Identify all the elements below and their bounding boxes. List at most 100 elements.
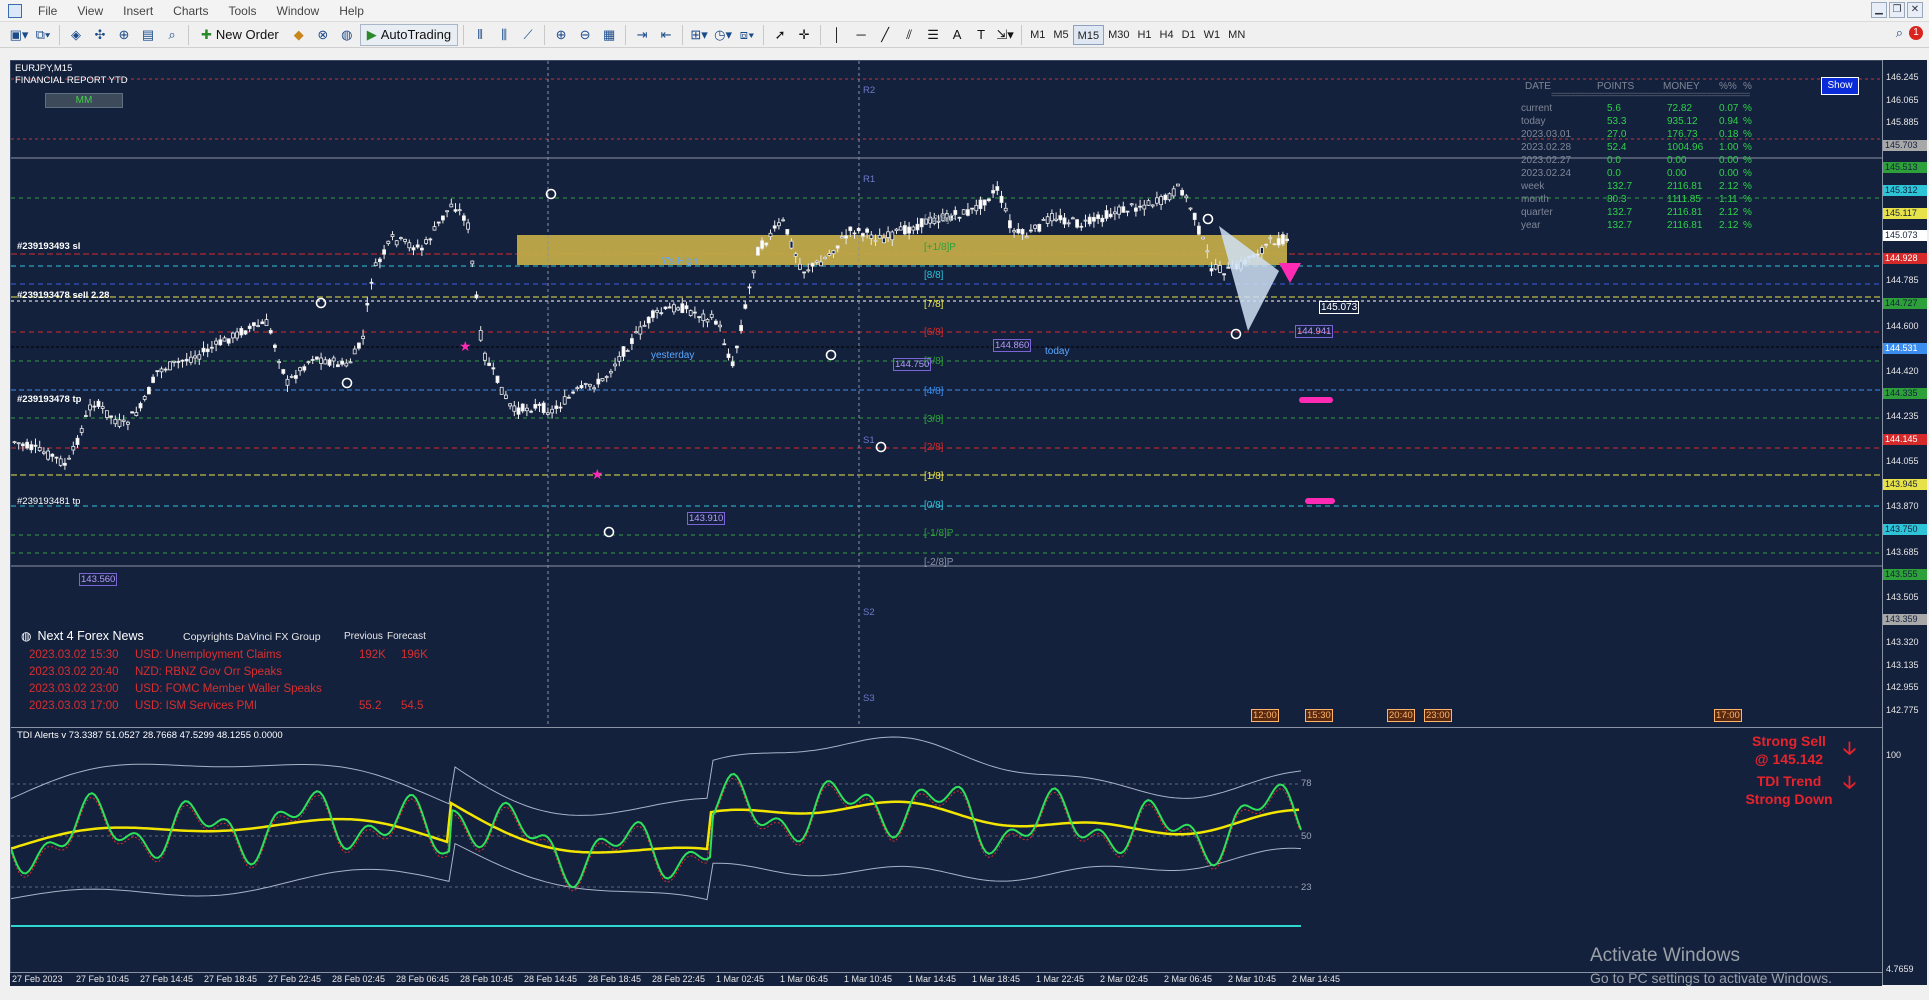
auto-scroll-icon[interactable]: ⇥ (631, 24, 653, 46)
chart-window[interactable]: ★ ★ [+2/8]P [+1/8]P [8/8] [7/8] [6/8] [5/8] [4/… (10, 60, 1890, 985)
candle-body (625, 350, 630, 352)
candle-body (814, 260, 819, 263)
candle-body (1071, 217, 1075, 220)
vertical-line-icon[interactable]: │ (826, 24, 848, 46)
fibonacci-icon[interactable]: ☰ (922, 24, 944, 46)
indicator-axis-label: 100 (1886, 750, 1902, 760)
candle-body (361, 335, 366, 340)
order-label-sell: #239193478 sell 2.28 (17, 290, 110, 301)
candle-body (865, 228, 869, 233)
new-order-button[interactable]: ✚ New Order (194, 24, 286, 46)
notification-badge[interactable]: 1 (1909, 26, 1923, 40)
metaeditor-icon[interactable]: ◆ (288, 24, 310, 46)
candle-body (588, 383, 592, 387)
menu-file[interactable]: File (28, 2, 67, 20)
price-axis-label: 145.513 (1883, 162, 1927, 174)
candle-body (764, 242, 769, 246)
menu-view[interactable]: View (67, 2, 113, 20)
candle-body (525, 407, 529, 412)
candle-body (1096, 214, 1100, 220)
candle-body (46, 450, 50, 460)
candle-body (747, 286, 752, 289)
data-window-icon[interactable]: ⊕ (113, 24, 135, 46)
equidistant-channel-icon[interactable]: ⫽ (898, 24, 920, 46)
zoom-out-icon[interactable]: ⊖ (574, 24, 596, 46)
close-icon[interactable]: ✕ (1907, 2, 1923, 18)
tdi-indicator-pane[interactable]: TDI Alerts v 73.3387 51.0527 28.7668 47.… (11, 727, 1884, 973)
tdi-title: TDI Alerts v 73.3387 51.0527 28.7668 47.… (17, 730, 283, 741)
arrows-icon[interactable]: ⇲▾ (994, 24, 1016, 46)
candle-body (869, 234, 874, 239)
candle-body (1066, 222, 1071, 225)
news-event: USD: Unemployment Claims (135, 649, 282, 661)
timeframe-mn[interactable]: MN (1224, 25, 1249, 45)
candle-body (449, 203, 454, 208)
menu-charts[interactable]: Charts (163, 2, 218, 20)
line-chart-icon[interactable]: ⟋ (517, 24, 539, 46)
time-axis-label: 28 Feb 02:45 (332, 974, 386, 984)
menu-tools[interactable]: Tools (219, 2, 267, 20)
candle-body (457, 209, 462, 212)
mm-button[interactable]: MM (45, 93, 123, 108)
cursor-icon[interactable]: ➚ (769, 24, 791, 46)
search-icon[interactable]: ⌕ (1896, 25, 1903, 41)
candlestick-icon[interactable]: ⫼ (493, 24, 515, 46)
templates-icon[interactable]: ⧈▾ (736, 24, 758, 46)
candle-body (407, 242, 412, 249)
candle-body (268, 329, 273, 334)
candle-body (16, 442, 21, 445)
chart-shift-icon[interactable]: ⇤ (655, 24, 677, 46)
candle-body (1226, 266, 1231, 269)
market-icon[interactable]: ◍ (336, 24, 358, 46)
profiles-icon[interactable]: ⧉▾ (32, 24, 54, 46)
report-row: month 80.3 1111.85 1.11% (1511, 194, 1791, 207)
report-cell-points: 27.0 (1607, 129, 1627, 140)
zoom-in-icon[interactable]: ⊕ (550, 24, 572, 46)
murrey-labels: [+2/8]P[+1/8]P[8/8][7/8][6/8][5/8][4/8][… (924, 214, 956, 568)
terminal-icon[interactable]: ▤ (137, 24, 159, 46)
minimize-icon[interactable]: ▁ (1871, 2, 1887, 18)
target-marker-2 (1305, 498, 1335, 504)
navigator-icon[interactable]: ✣ (89, 24, 111, 46)
timeframe-m5[interactable]: M5 (1049, 25, 1072, 45)
new-order-label: New Order (215, 27, 279, 42)
timeframe-h4[interactable]: H4 (1156, 25, 1178, 45)
timeframe-m30[interactable]: M30 (1104, 25, 1133, 45)
price-axis-label: 144.055 (1886, 456, 1919, 467)
menu-help[interactable]: Help (329, 2, 374, 20)
timeframe-h1[interactable]: H1 (1133, 25, 1155, 45)
bar-chart-icon[interactable]: ⫴ (469, 24, 491, 46)
candle-body (1117, 206, 1121, 215)
price-axis[interactable]: 146.245 146.065 145.885 145.703 145.513 145.3… (1882, 60, 1927, 985)
crosshair-icon[interactable]: ✛ (793, 24, 815, 46)
autotrading-button[interactable]: ▶ AutoTrading (359, 23, 459, 46)
text-icon[interactable]: A (946, 24, 968, 46)
trendline-icon[interactable]: ╱ (874, 24, 896, 46)
new-chart-icon[interactable]: ▣▾ (8, 24, 30, 46)
candle-body (172, 360, 177, 363)
market-watch-icon[interactable]: ◈ (65, 24, 87, 46)
price-axis-label: 145.117 (1883, 207, 1927, 219)
menu-insert[interactable]: Insert (113, 2, 163, 20)
timeframe-d1[interactable]: D1 (1178, 25, 1200, 45)
tester-icon[interactable]: ⌕ (161, 24, 183, 46)
tile-windows-icon[interactable]: ▦ (598, 24, 620, 46)
horizontal-line-icon[interactable]: ─ (850, 24, 872, 46)
timeframe-m15[interactable]: M15 (1072, 24, 1105, 45)
news-previous: 55.2 (359, 700, 382, 712)
timeframe-w1[interactable]: W1 (1200, 25, 1225, 45)
window-controls: ▁ ❐ ✕ (1871, 2, 1923, 18)
signals-icon[interactable]: ⊗ (312, 24, 334, 46)
tdi-upper-band (11, 736, 1302, 816)
candle-body (348, 361, 353, 364)
report-cell-unit: % (1743, 116, 1752, 127)
text-label-icon[interactable]: T (970, 24, 992, 46)
periods-icon[interactable]: ◷▾ (712, 24, 734, 46)
menu-window[interactable]: Window (267, 2, 330, 20)
timeframe-m1[interactable]: M1 (1026, 25, 1049, 45)
candle-body (428, 238, 433, 241)
indicators-icon[interactable]: ⊞▾ (688, 24, 710, 46)
candle-body (478, 330, 483, 341)
restore-icon[interactable]: ❐ (1889, 2, 1905, 18)
show-button[interactable]: Show (1821, 77, 1859, 95)
